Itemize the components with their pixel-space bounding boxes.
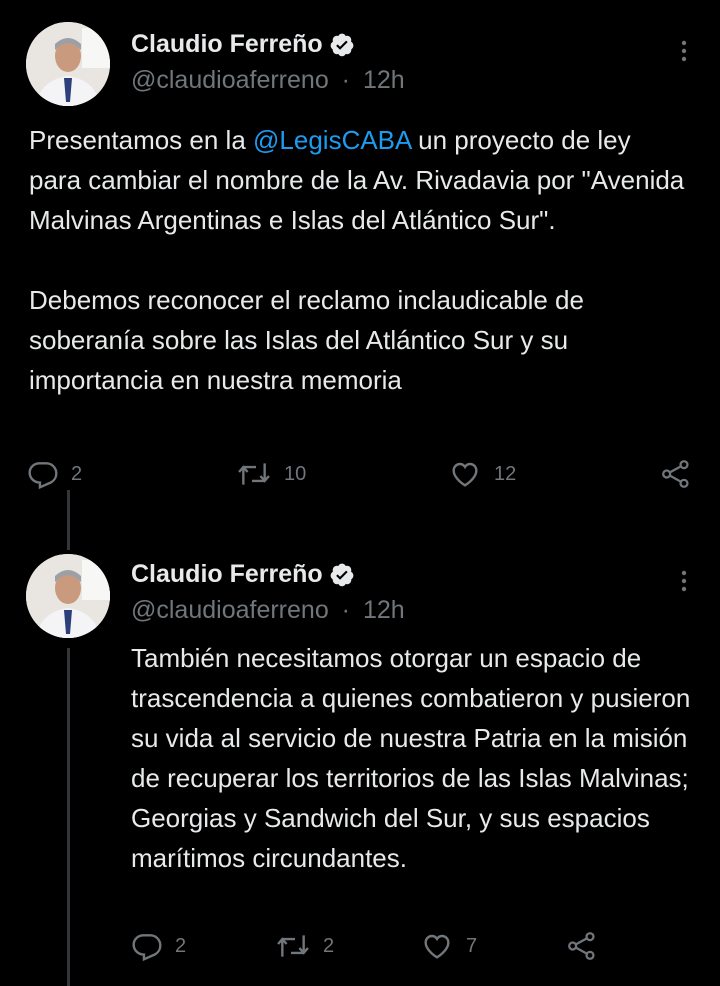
tweet-text-segment: Presentamos en la [29, 125, 254, 155]
more-options-icon[interactable] [672, 36, 696, 66]
avatar-photo [26, 554, 110, 638]
like-button[interactable]: 12 [448, 458, 516, 490]
avatar[interactable] [26, 554, 110, 638]
retweet-icon [238, 463, 270, 485]
tweet-text: También necesitamos otorgar un espacio d… [131, 643, 691, 873]
share-button[interactable] [660, 458, 704, 490]
timestamp[interactable]: 12h [363, 66, 405, 94]
like-icon [452, 462, 478, 487]
like-button[interactable]: 7 [420, 930, 477, 962]
share-icon [568, 932, 595, 960]
retweet-count: 2 [323, 934, 335, 957]
author-name[interactable]: Claudio Ferreño [131, 30, 355, 59]
author-handle[interactable]: @claudioaferreno [131, 596, 329, 624]
author-name-text[interactable]: Claudio Ferreño [131, 30, 323, 59]
reply-button[interactable]: 2 [131, 930, 186, 962]
retweet-count: 10 [284, 462, 307, 485]
author-handle[interactable]: @claudioaferreno [131, 66, 329, 94]
mention-link[interactable]: @LegisCABA [253, 125, 411, 155]
author-handle-line: @claudioaferreno · 12h [131, 66, 405, 95]
tweet-text: Presentamos en la @LegisCABA un proyecto… [29, 120, 689, 400]
retweet-button[interactable]: 2 [275, 930, 334, 962]
share-button[interactable] [566, 930, 610, 962]
avatar[interactable] [26, 22, 110, 106]
tweet-2[interactable]: Claudio Ferreño @claudioaferreno · 12h T… [0, 548, 720, 986]
reply-icon [132, 934, 162, 962]
avatar-photo [26, 22, 110, 106]
separator: · [341, 66, 350, 94]
retweet-button[interactable]: 10 [236, 458, 306, 490]
reply-button[interactable]: 2 [27, 458, 82, 490]
timestamp[interactable]: 12h [363, 596, 405, 624]
reply-count: 2 [175, 934, 187, 957]
author-name-text[interactable]: Claudio Ferreño [131, 560, 323, 589]
like-count: 12 [494, 462, 517, 485]
separator: · [341, 596, 350, 624]
like-count: 7 [466, 934, 478, 957]
verified-badge-icon [330, 33, 354, 56]
tweet-paragraph-1: Presentamos en la @LegisCABA un proyecto… [29, 120, 689, 240]
action-bar: 2 2 7 [0, 930, 720, 966]
tweet-paragraph-2: Debemos reconocer el reclamo inclaudicab… [29, 285, 584, 395]
share-icon [662, 460, 689, 488]
more-options-icon[interactable] [672, 566, 696, 596]
reply-count: 2 [71, 462, 83, 485]
action-bar: 2 10 12 [0, 458, 720, 494]
reply-icon [28, 462, 58, 490]
like-icon [424, 934, 450, 959]
verified-badge-icon [330, 563, 354, 586]
tweet-1[interactable]: Claudio Ferreño @claudioaferreno · 12h P… [0, 0, 720, 500]
retweet-icon [277, 935, 309, 957]
author-name[interactable]: Claudio Ferreño [131, 560, 355, 589]
author-handle-line: @claudioaferreno · 12h [131, 596, 405, 625]
